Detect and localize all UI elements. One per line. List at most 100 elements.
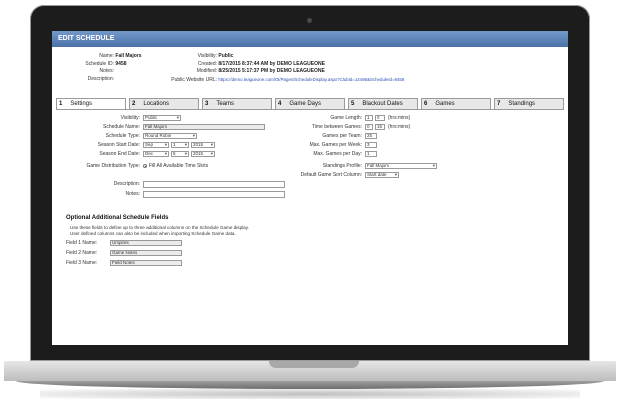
tab-label: Settings [70, 101, 93, 107]
public-website-link[interactable]: https://demo.leagueone.com/Ol/Pages/Sche… [218, 77, 404, 82]
webcam [307, 18, 312, 23]
time-between-minutes[interactable]: 15 [375, 124, 385, 130]
field-1-label: Field 1 Name: [66, 240, 98, 246]
tab-locations[interactable]: 2 Locations [129, 98, 199, 109]
window-title: EDIT SCHEDULE [52, 31, 568, 47]
laptop-shadow [40, 389, 580, 399]
info-row: Modified: 8/25/2015 5:17:37 PM by DEMO L… [162, 68, 404, 76]
tab-standings[interactable]: 7 Standings [494, 98, 564, 109]
info-row: Notes: [62, 68, 142, 76]
visibility-select[interactable]: Public [143, 115, 181, 121]
tab-games[interactable]: 6 Games [421, 98, 491, 109]
info-label: Name: [99, 53, 114, 59]
visibility-label: Visibility: [120, 115, 140, 121]
field-3-label: Field 3 Name: [66, 260, 98, 266]
laptop-base [4, 361, 616, 381]
info-label: Modified: [196, 68, 217, 74]
tab-game-days[interactable]: 4 Game Days [275, 98, 345, 109]
end-year-select[interactable]: 2015 [191, 151, 215, 157]
field-2-input[interactable]: Game Notes [110, 250, 182, 256]
field-3-row: Field 3 Name: [66, 260, 97, 266]
schedule-type-label: Schedule Type: [105, 133, 140, 139]
tab-number: 1 [59, 101, 63, 107]
schedule-name-label: Schedule Name: [103, 124, 140, 130]
info-row: Visibility: Public [162, 53, 404, 61]
tab-label: Locations [143, 101, 170, 107]
info-label: Public Website URL: [171, 76, 217, 83]
games-per-week-label: Max. Games per Week: [309, 142, 362, 148]
notes-input[interactable] [143, 191, 285, 198]
start-year-select[interactable]: 2015 [191, 142, 215, 148]
season-start-label: Season Start Date: [97, 142, 140, 148]
start-month-select[interactable]: Sep [143, 142, 169, 148]
info-label: Notes: [99, 68, 114, 74]
tab-number: 3 [205, 101, 209, 107]
notes-label: Notes: [125, 191, 140, 197]
game-length-unit: (hrs:mins) [388, 115, 411, 121]
optional-help-2: User defined columns can also be include… [70, 231, 236, 236]
games-per-day-input[interactable]: 1 [365, 151, 377, 157]
schedule-id-value: 9458 [115, 60, 127, 67]
schedule-name-value: Fall Majors [115, 53, 142, 59]
schedule-type-row: Schedule Type: [52, 133, 140, 139]
game-length-label: Game Length: [330, 115, 362, 121]
tab-divider [56, 109, 564, 110]
description-input[interactable] [143, 181, 285, 188]
standings-profile-select[interactable]: Fall Majors [365, 163, 437, 169]
laptop-base-bottom [16, 381, 604, 389]
tab-bar: 1 Settings 2 Locations 3 Teams 4 Game Days 5… [56, 98, 564, 110]
info-row: Description: [62, 76, 142, 84]
schedule-name-input[interactable]: Fall Majors [143, 124, 265, 130]
sort-column-select[interactable]: Start date [365, 172, 399, 178]
games-per-week-input[interactable]: 3 [365, 142, 377, 148]
field-2-label: Field 2 Name: [66, 250, 98, 256]
distribution-label: Game Distribution Type: [86, 163, 140, 169]
schedule-info-right: Visibility: Public Created: 8/17/2015 8:… [162, 53, 404, 83]
tab-number: 5 [351, 101, 355, 107]
info-row: Created: 8/17/2015 8:37:44 AM by DEMO LE… [162, 61, 404, 69]
games-per-team-row: Games per Team: [282, 133, 362, 139]
schedule-info-left: Name: Fall Majors Schedule ID: 9458 Note… [62, 53, 142, 84]
tab-number: 6 [424, 101, 428, 107]
game-length-row: Game Length: [282, 115, 362, 121]
games-per-team-label: Games per Team: [322, 133, 362, 139]
games-per-team-input[interactable]: 25 [365, 133, 377, 139]
end-day-select[interactable]: 5 [171, 151, 189, 157]
laptop-notch [269, 361, 359, 368]
games-per-day-row: Max. Games per Day: [282, 151, 362, 157]
tab-number: 4 [278, 101, 282, 107]
standings-profile-label: Standings Profile: [322, 163, 362, 169]
tab-label: Teams [216, 101, 235, 107]
season-end-row: Season End Date: [52, 151, 140, 157]
created-value: 8/17/2015 8:37:44 AM by DEMO LEAGUEONE [218, 60, 325, 67]
game-length-minutes[interactable]: 0 [375, 115, 385, 121]
field-3-input[interactable]: Field Notes [110, 260, 182, 266]
tab-label: Games [435, 101, 455, 107]
distribution-option-label: Fill All Available Time Slots [149, 163, 209, 169]
distribution-radio[interactable] [143, 164, 147, 168]
tab-teams[interactable]: 3 Teams [202, 98, 272, 109]
info-row: Public Website URL: https://demo.leagueo… [162, 76, 404, 84]
tab-number: 2 [132, 101, 136, 107]
game-length-hours[interactable]: 1 [365, 115, 373, 121]
info-row: Name: Fall Majors [62, 53, 142, 61]
start-day-select[interactable]: 1 [171, 142, 189, 148]
modified-value: 8/25/2015 5:17:37 PM by DEMO LEAGUEONE [218, 68, 325, 74]
tab-blackout-dates[interactable]: 5 Blackout Dates [348, 98, 418, 109]
time-between-hours[interactable]: 0 [365, 124, 373, 130]
sort-column-row: Default Game Sort Column: [282, 172, 362, 178]
optional-fields-title: Optional Additional Schedule Fields [66, 215, 169, 221]
games-per-week-row: Max. Games per Week: [282, 142, 362, 148]
field-1-input[interactable]: Umpires [110, 240, 182, 246]
end-month-select[interactable]: Dec [143, 151, 169, 157]
description-label: Description: [113, 181, 140, 187]
schedule-type-select[interactable]: Round Robin [143, 133, 197, 139]
visibility-value: Public [218, 53, 234, 59]
distribution-row: Game Distribution Type: [52, 163, 140, 169]
field-2-row: Field 2 Name: [66, 250, 97, 256]
tab-label: Game Days [289, 101, 322, 107]
info-row: Schedule ID: 9458 [62, 61, 142, 69]
tab-number: 7 [497, 101, 501, 107]
tab-label: Standings [508, 101, 536, 107]
time-between-unit: (hrs:mins) [388, 124, 411, 130]
